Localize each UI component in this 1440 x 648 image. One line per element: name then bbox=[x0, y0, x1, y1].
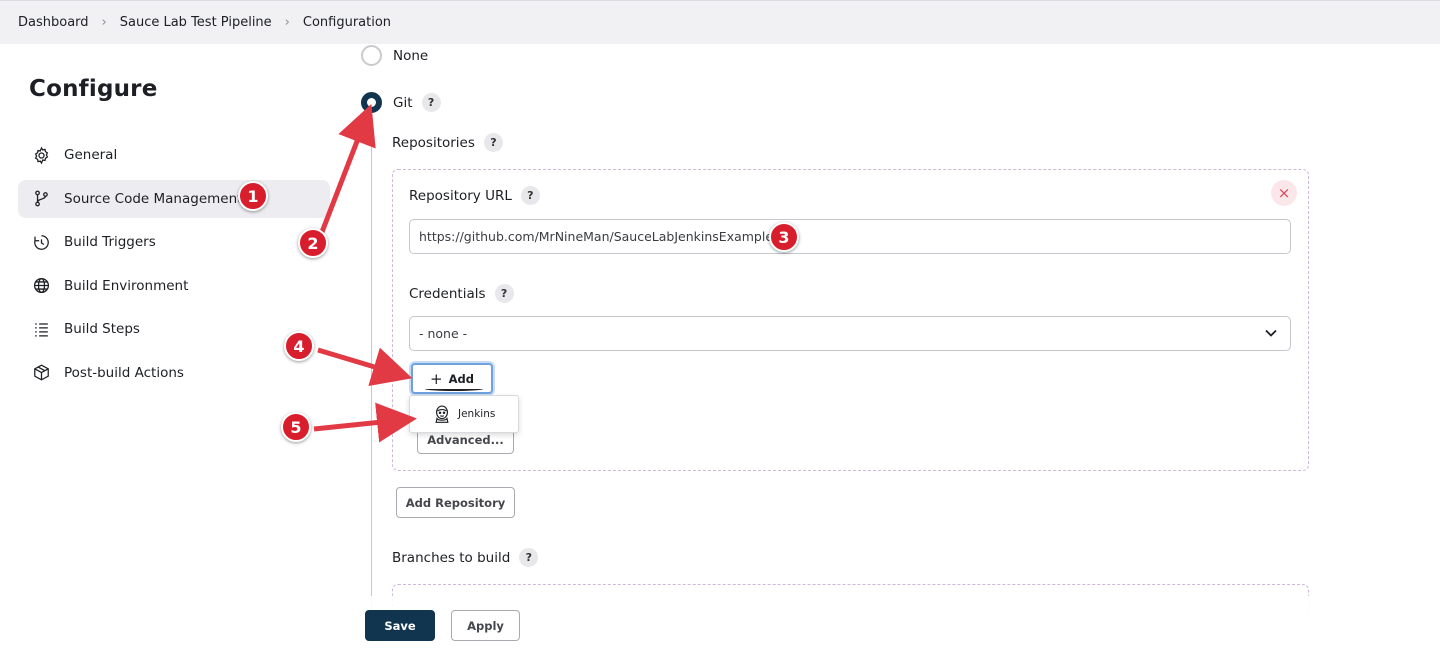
help-icon[interactable]: ? bbox=[483, 133, 503, 152]
credentials-label-text: Credentials bbox=[409, 285, 486, 302]
box-icon bbox=[31, 363, 51, 383]
add-credentials-dropdown: Jenkins bbox=[409, 395, 519, 433]
sidebar-item-source-code-management[interactable]: Source Code Management bbox=[18, 179, 330, 218]
repository-url-input[interactable]: https://github.com/MrNineMan/SauceLabJen… bbox=[409, 219, 1291, 254]
remove-repository-close-icon[interactable]: × bbox=[1271, 180, 1297, 206]
breadcrumb-chevron-icon: › bbox=[284, 15, 290, 30]
add-credentials-button[interactable]: + Add bbox=[411, 363, 493, 394]
sidebar-item-label: Build Steps bbox=[64, 321, 140, 337]
repository-url-label: Repository URL ? bbox=[409, 186, 540, 205]
help-icon[interactable]: ? bbox=[520, 186, 540, 205]
help-icon[interactable]: ? bbox=[494, 284, 514, 303]
sidebar-item-label: General bbox=[64, 147, 118, 163]
repositories-label-text: Repositories bbox=[392, 134, 475, 151]
annotation-underline bbox=[425, 387, 483, 391]
scm-option-git[interactable]: Git ? bbox=[361, 92, 441, 113]
repository-url-label-text: Repository URL bbox=[409, 187, 512, 204]
gear-icon bbox=[31, 145, 51, 165]
scm-option-none[interactable]: None bbox=[361, 45, 428, 66]
sidebar-item-label: Post-build Actions bbox=[64, 364, 184, 381]
sidebar-item-label: Source Code Management bbox=[64, 190, 243, 207]
sidebar-item-build-triggers[interactable]: Build Triggers bbox=[18, 223, 330, 261]
annotation-badge-1: 1 bbox=[238, 181, 268, 211]
credentials-select[interactable]: - none - bbox=[409, 316, 1291, 351]
radio-none[interactable] bbox=[361, 45, 382, 66]
sidebar-item-general[interactable]: General bbox=[18, 136, 330, 174]
radio-git[interactable] bbox=[361, 92, 382, 113]
chevron-down-icon bbox=[1265, 329, 1277, 337]
apply-button[interactable]: Apply bbox=[451, 610, 520, 641]
breadcrumb-chevron-icon: › bbox=[101, 15, 107, 30]
annotation-badge-2: 2 bbox=[298, 228, 328, 258]
breadcrumb-dashboard[interactable]: Dashboard bbox=[18, 15, 89, 30]
branches-label-text: Branches to build bbox=[392, 549, 511, 566]
add-credentials-button-label: Add bbox=[448, 371, 474, 386]
breadcrumb-configuration[interactable]: Configuration bbox=[303, 15, 391, 30]
annotation-arrow-5 bbox=[313, 402, 417, 443]
breadcrumb-pipeline[interactable]: Sauce Lab Test Pipeline bbox=[120, 15, 272, 30]
plus-icon: + bbox=[430, 369, 443, 388]
globe-icon bbox=[31, 276, 51, 296]
sidebar-item-post-build-actions[interactable]: Post-build Actions bbox=[18, 354, 330, 392]
section-divider-line bbox=[371, 120, 372, 610]
sidebar: General Source Code Management Build Tri… bbox=[18, 136, 330, 397]
list-icon bbox=[31, 319, 51, 339]
branch-icon bbox=[31, 189, 51, 209]
sidebar-item-build-environment[interactable]: Build Environment bbox=[18, 267, 330, 305]
credentials-label: Credentials ? bbox=[409, 284, 514, 303]
scm-option-git-label: Git bbox=[393, 94, 413, 111]
sidebar-item-label: Build Environment bbox=[64, 277, 189, 294]
repositories-label: Repositories ? bbox=[392, 133, 503, 152]
annotation-badge-5: 5 bbox=[281, 412, 311, 442]
branches-label: Branches to build ? bbox=[392, 548, 539, 567]
annotation-arrow-4 bbox=[317, 347, 413, 386]
annotation-badge-4: 4 bbox=[284, 331, 314, 361]
breadcrumb: Dashboard › Sauce Lab Test Pipeline › Co… bbox=[0, 0, 1440, 44]
help-icon[interactable]: ? bbox=[519, 548, 539, 567]
sidebar-item-build-steps[interactable]: Build Steps bbox=[18, 310, 330, 348]
scm-option-none-label: None bbox=[393, 47, 429, 64]
sidebar-item-label: Build Triggers bbox=[64, 234, 156, 250]
credentials-select-value: - none - bbox=[419, 326, 468, 341]
jenkins-icon bbox=[435, 405, 449, 423]
add-repository-button[interactable]: Add Repository bbox=[396, 487, 515, 518]
help-icon[interactable]: ? bbox=[421, 93, 441, 112]
timer-icon bbox=[31, 232, 51, 252]
annotation-badge-3: 3 bbox=[769, 222, 799, 252]
dropdown-item-jenkins[interactable]: Jenkins bbox=[458, 408, 495, 420]
save-button[interactable]: Save bbox=[365, 610, 435, 641]
page-title: Configure bbox=[29, 76, 158, 102]
